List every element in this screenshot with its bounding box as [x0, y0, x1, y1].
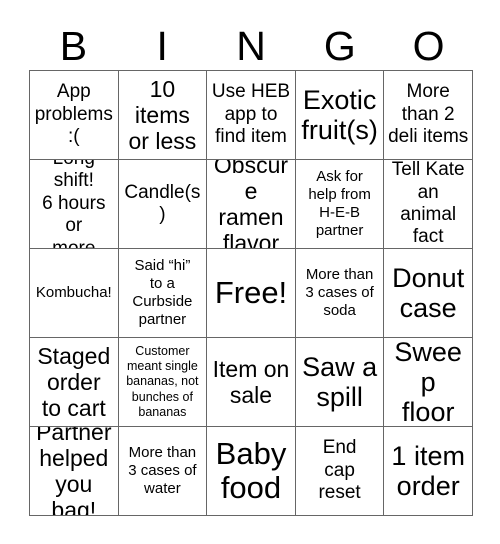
- bingo-cell-n1[interactable]: Use HEB app to find item: [207, 71, 296, 160]
- bingo-cell-text: More than 3 cases of soda: [305, 266, 374, 319]
- bingo-cell-text: Staged order to cart: [37, 342, 111, 422]
- bingo-cell-text: Use HEB app to find item: [211, 81, 291, 148]
- bingo-header-row: B I N G O: [29, 22, 473, 70]
- bingo-cell-text: Said “hi” to a Curbside partner: [132, 257, 193, 328]
- bingo-cell-text: Tell Kate an animal fact: [391, 160, 465, 248]
- bingo-cell-n2[interactable]: Obscure ramen flavor: [207, 160, 296, 249]
- bingo-cell-text: More than 2 deli items: [388, 81, 469, 148]
- bingo-cell-g2[interactable]: Ask for help from H-E-B partner: [295, 160, 385, 249]
- bingo-cell-g5[interactable]: End cap reset: [295, 427, 385, 516]
- bingo-cell-b4[interactable]: Staged order to cart: [30, 338, 119, 427]
- bingo-grid: App problems :( 10 items or less Use HEB…: [29, 70, 473, 516]
- bingo-header-letter-g: G: [323, 22, 356, 69]
- bingo-cell-text: Candle(s): [124, 181, 201, 225]
- bingo-cell-text: Kombucha!: [35, 284, 112, 301]
- bingo-cell-n5[interactable]: Baby food: [207, 427, 296, 516]
- bingo-card: B I N G O App problems :( 10 items or le…: [0, 0, 500, 544]
- bingo-header-letter-n: N: [236, 22, 266, 69]
- bingo-cell-text: Baby food: [215, 435, 287, 505]
- bingo-cell-text: App problems :(: [34, 81, 113, 148]
- bingo-cell-text: End cap reset: [318, 437, 361, 504]
- bingo-cell-b5[interactable]: Partner helped you bag!: [30, 427, 119, 516]
- bingo-cell-text: Long shift! 6 hours or more: [42, 160, 106, 249]
- bingo-cell-g1[interactable]: Exotic fruit(s): [295, 71, 385, 160]
- bingo-cell-text: Partner helped you bag!: [36, 427, 112, 516]
- bingo-cell-i4[interactable]: Customer meant single bananas, not bunch…: [118, 338, 208, 427]
- bingo-header-letter-o: O: [412, 22, 445, 69]
- bingo-cell-o2[interactable]: Tell Kate an animal fact: [384, 160, 473, 249]
- bingo-cell-text: More than 3 cases of water: [128, 444, 197, 497]
- bingo-cell-n4[interactable]: Item on sale: [207, 338, 296, 427]
- bingo-cell-free-space[interactable]: Free!: [207, 249, 296, 338]
- bingo-cell-text: Item on sale: [212, 355, 290, 408]
- bingo-cell-b2[interactable]: Long shift! 6 hours or more: [30, 160, 119, 249]
- bingo-cell-o5[interactable]: 1 item order: [384, 427, 473, 516]
- bingo-cell-o1[interactable]: More than 2 deli items: [384, 71, 473, 160]
- bingo-cell-o4[interactable]: Sweep floor: [384, 338, 473, 427]
- bingo-cell-i3[interactable]: Said “hi” to a Curbside partner: [118, 249, 208, 338]
- bingo-header-letter-i: I: [156, 22, 168, 69]
- bingo-cell-i5[interactable]: More than 3 cases of water: [118, 427, 208, 516]
- bingo-cell-text: 10 items or less: [128, 75, 197, 155]
- bingo-cell-i2[interactable]: Candle(s): [118, 160, 208, 249]
- bingo-cell-text: Exotic fruit(s): [301, 84, 378, 145]
- bingo-cell-text: Donut case: [392, 262, 465, 323]
- bingo-cell-b3[interactable]: Kombucha!: [30, 249, 119, 338]
- bingo-cell-text: Ask for help from H-E-B partner: [308, 168, 371, 239]
- bingo-cell-text: Sweep floor: [394, 338, 462, 427]
- bingo-cell-text: Free!: [214, 274, 288, 310]
- bingo-cell-o3[interactable]: Donut case: [384, 249, 473, 338]
- bingo-cell-g4[interactable]: Saw a spill: [295, 338, 385, 427]
- bingo-cell-g3[interactable]: More than 3 cases of soda: [295, 249, 385, 338]
- bingo-cell-text: Saw a spill: [302, 351, 378, 412]
- bingo-cell-b1[interactable]: App problems :(: [30, 71, 119, 160]
- bingo-cell-i1[interactable]: 10 items or less: [118, 71, 208, 160]
- bingo-cell-text: Obscure ramen flavor: [213, 160, 289, 249]
- bingo-cell-text: 1 item order: [391, 440, 465, 501]
- bingo-header-letter-b: B: [59, 22, 88, 69]
- bingo-cell-text: Customer meant single bananas, not bunch…: [126, 343, 199, 419]
